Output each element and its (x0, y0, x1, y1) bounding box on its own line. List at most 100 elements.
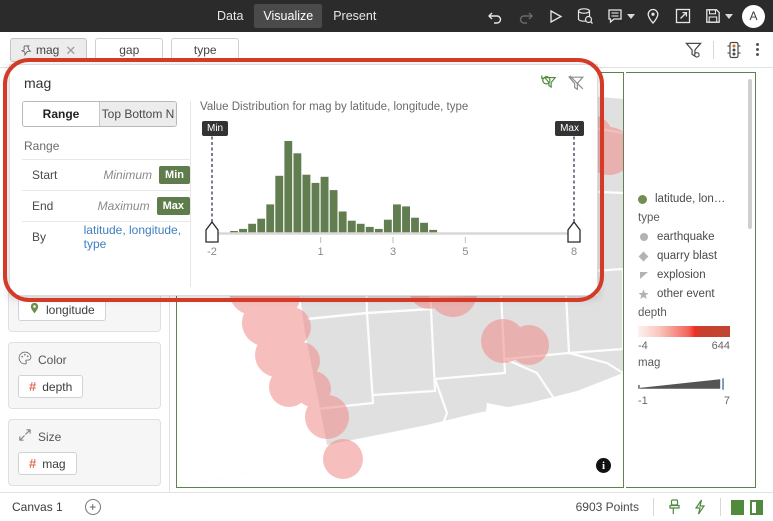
location-pin-icon (29, 302, 40, 318)
divider (713, 40, 714, 59)
status-bar-right: 6903 Points (576, 497, 763, 517)
mag-max: 7 (723, 395, 730, 407)
filter-mode-toggle: Range Top Bottom N (22, 101, 177, 127)
shelf-header-size: Size (18, 428, 151, 445)
legend-item-label: explosion (657, 269, 706, 281)
expand-icon[interactable] (668, 1, 698, 31)
info-icon[interactable]: i (596, 458, 611, 473)
field-label: mag (42, 456, 66, 471)
shelf-title: Size (38, 429, 62, 444)
filter-tab-bar: mag ✕ gap type (0, 32, 773, 68)
legend-depth-title: depth (638, 307, 667, 319)
chart-title: Value Distribution for mag by latitude, … (200, 101, 469, 113)
filter-row-start: Start Minimum Min (22, 159, 190, 190)
filter-tabs: mag ✕ gap type (10, 38, 240, 62)
canvas-tab[interactable]: Canvas 1 (12, 500, 63, 514)
filter-controls: Range Top Bottom N Range Start Minimum M… (22, 101, 190, 252)
mode-top-bottom-button[interactable]: Top Bottom N (99, 102, 176, 126)
redo-icon[interactable] (510, 1, 540, 31)
divider (653, 498, 654, 516)
add-canvas-button[interactable]: + (84, 499, 101, 515)
legend-type-title: type (638, 212, 660, 224)
top-nav: Data Visualize Present (208, 0, 385, 32)
resize-icon (18, 428, 32, 445)
legend-series-label: latitude, lon… (655, 193, 726, 205)
histogram-svg: -2 1 3 5 8 (205, 131, 581, 258)
data-search-icon[interactable] (570, 1, 600, 31)
legend-scrollbar[interactable] (748, 79, 752, 229)
filter-row-by: By latitude, longitude, type (22, 221, 190, 252)
start-input[interactable]: Minimum (103, 168, 152, 182)
app-root: Data Visualize Present A mag ✕ gap type … (0, 0, 773, 521)
legend-item-earthquake: earthquake (638, 231, 745, 243)
min-button[interactable]: Min (159, 166, 190, 184)
range-section-label: Range (24, 139, 60, 153)
map-legend: latitude, lon… type earthquake quarry bl… (626, 72, 756, 488)
comment-icon[interactable] (600, 1, 630, 31)
legend-item-label: quarry blast (657, 250, 718, 262)
lightning-icon[interactable] (690, 497, 710, 517)
min-handle-label: Min (202, 121, 229, 136)
by-fields-link[interactable]: latitude, longitude, type (84, 223, 190, 251)
filter-row-end: End Maximum Max (22, 190, 190, 221)
field-pill-mag[interactable]: # mag (18, 452, 77, 475)
divider (720, 498, 721, 516)
undo-icon[interactable] (480, 1, 510, 31)
save-dropdown-icon[interactable] (725, 13, 733, 19)
tab-bar-actions (681, 37, 765, 62)
mode-range-button[interactable]: Range (23, 102, 99, 126)
filter-popup: mag Range Top Bottom N Range Start Minim… (9, 64, 598, 296)
tab-gap[interactable]: gap (95, 38, 164, 62)
nav-present[interactable]: Present (324, 4, 385, 28)
close-icon[interactable]: ✕ (65, 44, 76, 57)
comment-dropdown-icon[interactable] (627, 13, 635, 19)
hash-icon: # (29, 379, 37, 394)
max-button[interactable]: Max (156, 197, 190, 215)
panel-left-icon[interactable] (731, 499, 744, 515)
tab-mag[interactable]: mag ✕ (10, 38, 88, 62)
shelf-size: Size # mag (8, 419, 161, 486)
save-icon[interactable] (698, 1, 728, 31)
popup-divider (190, 101, 191, 287)
status-bar: Canvas 1 + 6903 Points (0, 492, 773, 521)
svg-text:1: 1 (318, 246, 324, 258)
distribution-panel: Value Distribution for mag by latitude, … (200, 101, 586, 271)
top-toolbar: Data Visualize Present A (0, 0, 773, 32)
field-pill-longitude[interactable]: longitude (18, 298, 106, 321)
size-gradient-icon (638, 378, 724, 390)
panel-right-icon[interactable] (750, 499, 763, 515)
run-icon[interactable] (540, 1, 570, 31)
popup-title: mag (24, 75, 52, 91)
row-key: Start (32, 168, 58, 182)
field-label: longitude (46, 302, 95, 317)
traffic-light-icon[interactable] (722, 37, 746, 62)
nav-data[interactable]: Data (208, 4, 252, 28)
mag-range: -1 7 (638, 395, 730, 407)
legend-series: latitude, lon… (638, 193, 745, 205)
location-pin-icon[interactable] (638, 1, 668, 31)
clear-filter-icon[interactable] (567, 74, 585, 97)
tab-type[interactable]: type (171, 38, 240, 62)
mag-size-ramp (638, 376, 738, 392)
end-input[interactable]: Maximum (98, 199, 150, 213)
more-menu-icon[interactable] (750, 43, 765, 56)
brush-icon[interactable] (664, 497, 684, 517)
nav-visualize[interactable]: Visualize (254, 4, 323, 28)
histogram-chart[interactable]: Min Max -2 1 3 5 8 (200, 121, 586, 271)
legend-item-label: other event (657, 288, 715, 300)
pin-icon (21, 45, 32, 56)
max-handle-label: Max (555, 121, 584, 136)
apply-filter-icon[interactable] (539, 74, 557, 97)
tab-label: mag (36, 43, 60, 57)
legend-mag-title: mag (638, 357, 661, 369)
svg-text:-2: -2 (207, 246, 217, 258)
avatar[interactable]: A (742, 4, 765, 28)
svg-text:8: 8 (571, 246, 577, 258)
popup-actions (539, 74, 585, 97)
shelf-title: Color (38, 352, 67, 367)
filter-icon[interactable] (681, 37, 705, 62)
legend-item-label: earthquake (657, 231, 715, 243)
depth-color-ramp (638, 326, 730, 337)
series-dot-icon (638, 194, 647, 204)
field-pill-depth[interactable]: # depth (18, 375, 84, 398)
